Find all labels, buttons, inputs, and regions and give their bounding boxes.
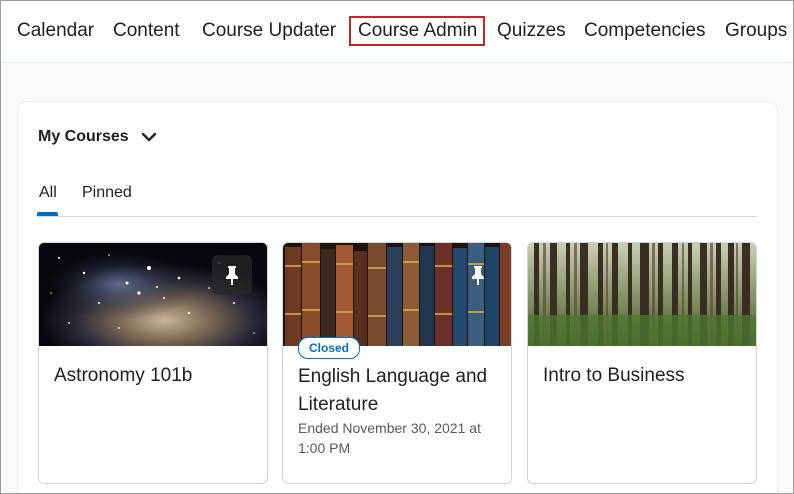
tab-all[interactable]: All [39,183,57,203]
nav-groups[interactable]: Groups [725,20,787,42]
nav-course-updater[interactable]: Course Updater [202,20,336,42]
course-image-forest [528,243,756,346]
pin-icon [472,266,484,285]
nav-quizzes[interactable]: Quizzes [497,20,566,42]
course-card-astronomy[interactable]: Astronomy 101b [38,242,268,484]
status-badge: Closed [298,337,361,359]
course-end-date: Ended November 30, 2021 at 1:00 PM [298,420,481,456]
widget-title: My Courses [38,128,129,145]
browser-frame: Calendar Content Course Updater Course A… [0,0,794,494]
tab-pinned[interactable]: Pinned [82,183,132,203]
nav-calendar[interactable]: Calendar [17,20,94,42]
my-courses-widget: My Courses All Pinned Astronomy 101b Clo… [18,102,777,493]
nav-content[interactable]: Content [113,20,180,42]
chevron-down-icon[interactable] [141,131,157,143]
pin-button[interactable] [458,255,498,295]
course-name[interactable]: Intro to Business [543,362,743,390]
tab-divider [37,216,757,217]
course-admin-highlight [349,16,485,46]
course-navbar: Calendar Content Course Updater Course A… [1,1,793,63]
nav-competencies[interactable]: Competencies [584,20,705,42]
course-card-business[interactable]: Intro to Business [527,242,757,484]
course-name[interactable]: English Language and Literature [298,363,498,419]
course-name[interactable]: Astronomy 101b [54,362,254,390]
pin-icon [226,266,238,285]
course-card-english[interactable]: Closed English Language and Literature E… [282,242,512,484]
pin-button[interactable] [212,255,252,295]
